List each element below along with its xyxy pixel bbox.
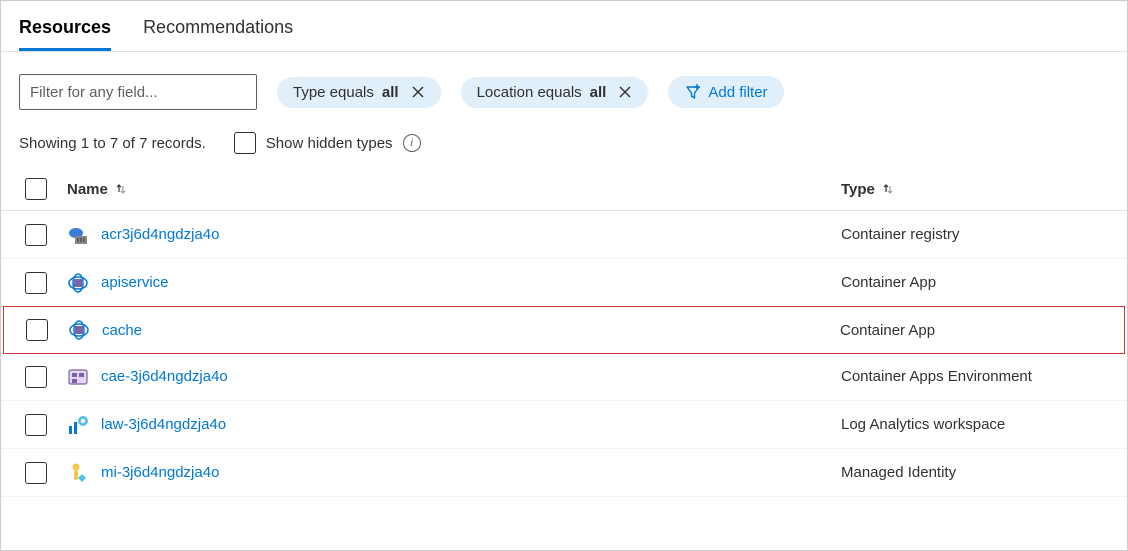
resources-table: Name Type acr3j6d4ngdzja4o Container reg… <box>1 168 1127 497</box>
resource-link[interactable]: acr3j6d4ngdzja4o <box>101 226 219 243</box>
filter-pill-prefix: Location equals <box>477 84 582 101</box>
container-registry-icon <box>67 224 89 246</box>
add-filter-button[interactable]: Add filter <box>668 76 783 108</box>
close-icon[interactable] <box>618 85 632 99</box>
filter-pill-prefix: Type equals <box>293 84 374 101</box>
records-count-text: Showing 1 to 7 of 7 records. <box>19 135 206 152</box>
tabs: Resources Recommendations <box>1 1 1127 52</box>
sort-icon <box>881 182 895 196</box>
tab-resources[interactable]: Resources <box>19 9 111 51</box>
close-icon[interactable] <box>411 85 425 99</box>
log-analytics-icon <box>67 414 89 436</box>
sort-icon <box>114 182 128 196</box>
add-filter-icon <box>684 83 702 101</box>
resource-link[interactable]: mi-3j6d4ngdzja4o <box>101 464 219 481</box>
row-checkbox[interactable] <box>25 462 47 484</box>
table-row: mi-3j6d4ngdzja4o Managed Identity <box>1 449 1127 497</box>
table-row: acr3j6d4ngdzja4o Container registry <box>1 211 1127 259</box>
resource-link[interactable]: law-3j6d4ngdzja4o <box>101 416 226 433</box>
resource-type: Log Analytics workspace <box>841 416 1109 433</box>
table-row: apiservice Container App <box>1 259 1127 307</box>
resource-type: Container App <box>840 322 1108 339</box>
show-hidden-types-label: Show hidden types <box>266 135 393 152</box>
resource-type: Managed Identity <box>841 464 1109 481</box>
resource-link[interactable]: cae-3j6d4ngdzja4o <box>101 368 228 385</box>
filter-pill-type[interactable]: Type equals all <box>277 77 441 108</box>
resource-type: Container registry <box>841 226 1109 243</box>
filter-row: Type equals all Location equals all Add … <box>1 52 1127 110</box>
managed-identity-icon <box>67 462 89 484</box>
table-row: law-3j6d4ngdzja4o Log Analytics workspac… <box>1 401 1127 449</box>
info-icon[interactable]: i <box>403 134 421 152</box>
column-header-name-label: Name <box>67 181 108 198</box>
select-all-checkbox[interactable] <box>25 178 47 200</box>
column-header-type[interactable]: Type <box>841 181 1109 198</box>
add-filter-label: Add filter <box>708 84 767 101</box>
resource-link[interactable]: cache <box>102 322 142 339</box>
resource-type: Container Apps Environment <box>841 368 1109 385</box>
table-row: cae-3j6d4ngdzja4o Container Apps Environ… <box>1 353 1127 401</box>
filter-pill-value: all <box>382 84 399 101</box>
container-app-icon <box>67 272 89 294</box>
container-apps-env-icon <box>67 366 89 388</box>
filter-pill-value: all <box>590 84 607 101</box>
column-header-name[interactable]: Name <box>65 181 841 198</box>
tab-recommendations[interactable]: Recommendations <box>143 9 293 51</box>
row-checkbox[interactable] <box>25 414 47 436</box>
filter-input[interactable] <box>19 74 257 110</box>
resource-type: Container App <box>841 274 1109 291</box>
container-app-icon <box>68 319 90 341</box>
row-checkbox[interactable] <box>25 366 47 388</box>
row-checkbox[interactable] <box>26 319 48 341</box>
filter-pill-location[interactable]: Location equals all <box>461 77 649 108</box>
row-checkbox[interactable] <box>25 272 47 294</box>
show-hidden-types-checkbox[interactable] <box>234 132 256 154</box>
resource-link[interactable]: apiservice <box>101 274 169 291</box>
show-hidden-types: Show hidden types i <box>234 132 421 154</box>
records-summary-row: Showing 1 to 7 of 7 records. Show hidden… <box>1 110 1127 168</box>
table-header: Name Type <box>1 168 1127 211</box>
table-row: cache Container App <box>3 306 1125 354</box>
column-header-type-label: Type <box>841 181 875 198</box>
row-checkbox[interactable] <box>25 224 47 246</box>
